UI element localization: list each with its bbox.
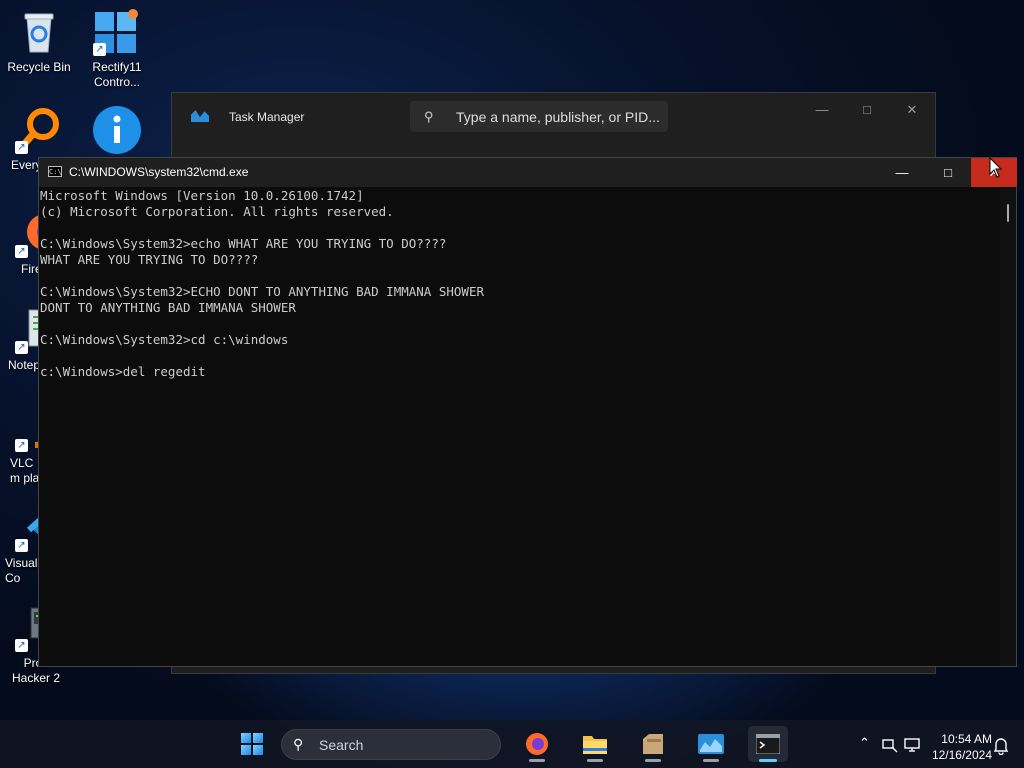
taskbar-app-archive[interactable] — [633, 726, 673, 762]
cmd-output-line — [40, 220, 1000, 236]
cmd-output-line: WHAT ARE YOU TRYING TO DO???? — [40, 252, 259, 267]
cmd-output-line: C:\Windows\System32>cd c:\windows — [40, 332, 289, 347]
desktop-icon-label: VLC m pla — [10, 456, 40, 485]
monitor-icon[interactable] — [904, 737, 922, 753]
shortcut-arrow-icon: ↗ — [93, 43, 106, 56]
rectify11-icon: ↗ — [93, 8, 141, 56]
recycle-bin-icon — [15, 8, 63, 56]
mouse-pointer-icon — [989, 157, 1003, 178]
network-icon[interactable] — [882, 737, 898, 753]
info-icon — [93, 106, 141, 154]
task-manager-icon — [191, 110, 209, 122]
desktop-icon-label: Rectify11 Contro... — [92, 60, 142, 89]
task-manager-search-input[interactable]: ⚲ Type a name, publisher, or PID... — [410, 101, 668, 132]
running-indicator — [703, 759, 719, 762]
maximize-button[interactable]: □ — [845, 99, 889, 121]
cmd-title: C:\WINDOWS\system32\cmd.exe — [69, 165, 249, 179]
taskbar-search-box[interactable]: ⚲ Search — [281, 729, 501, 760]
running-indicator — [587, 759, 603, 762]
cmd-scrollbar[interactable] — [1000, 188, 1016, 666]
clock-date: 12/16/2024 — [931, 748, 992, 762]
desktop-icon-label: Recycle Bin — [7, 60, 71, 74]
running-indicator — [529, 759, 545, 762]
cmd-output-line: (c) Microsoft Corporation. All rights re… — [40, 204, 394, 219]
windows-logo-pane — [241, 733, 251, 743]
cmd-maximize-button[interactable]: □ — [925, 158, 971, 187]
taskbar-search-label: Search — [319, 737, 364, 753]
magnifier-icon: ↗ — [15, 106, 63, 154]
desktop-icon-label: Visual Co — [5, 556, 38, 585]
cmd-app-icon: C:\ — [48, 166, 62, 177]
cmd-output-line: C:\Windows\System32>ECHO DONT TO ANYTHIN… — [40, 284, 485, 299]
cmd-window[interactable]: C:\ C:\WINDOWS\system32\cmd.exe — □ ✕ Mi… — [38, 157, 1017, 667]
taskbar-app-terminal[interactable] — [748, 726, 788, 762]
task-manager-title: Task Manager — [229, 110, 305, 124]
search-icon: ⚲ — [293, 736, 304, 752]
windows-logo-pane — [253, 745, 263, 755]
clock-time: 10:54 AM — [941, 732, 992, 746]
cmd-output-line — [40, 348, 1000, 364]
firefox-icon — [526, 733, 548, 755]
shortcut-arrow-icon: ↗ — [15, 341, 28, 354]
running-indicator — [645, 759, 661, 762]
cmd-output-line: c:\Windows>del regedit — [40, 364, 206, 379]
taskbar-app-firefox[interactable] — [517, 726, 557, 762]
running-indicator — [759, 759, 777, 762]
cmd-output[interactable]: Microsoft Windows [Version 10.0.26100.17… — [39, 188, 1000, 666]
cmd-output-line — [40, 268, 1000, 284]
cmd-title-bar[interactable]: C:\ C:\WINDOWS\system32\cmd.exe — □ ✕ — [39, 158, 1017, 187]
minimize-button[interactable]: — — [800, 99, 844, 121]
shortcut-arrow-icon: ↗ — [15, 539, 28, 552]
desktop-icon-rectify11[interactable]: ↗ Rectify11 Contro... — [81, 8, 153, 90]
cmd-scrollbar-thumb[interactable] — [1007, 204, 1009, 222]
search-icon: ⚲ — [424, 109, 434, 124]
desktop-icon-recycle-bin[interactable]: Recycle Bin — [3, 8, 75, 75]
cmd-output-line: C:\Windows\System32>echo WHAT ARE YOU TR… — [40, 236, 447, 251]
shortcut-arrow-icon: ↗ — [15, 439, 28, 452]
taskbar-clock[interactable]: 10:54 AM 12/16/2024 — [926, 731, 992, 763]
taskbar-app-task-manager[interactable] — [691, 726, 731, 762]
cmd-output-line — [40, 316, 1000, 332]
windows-logo-pane — [241, 745, 251, 755]
windows-logo-pane — [253, 733, 263, 743]
cmd-minimize-button[interactable]: — — [879, 158, 925, 187]
folder-icon — [583, 736, 607, 754]
cmd-output-line: Microsoft Windows [Version 10.0.26100.17… — [40, 188, 364, 203]
task-manager-icon — [698, 734, 724, 754]
shortcut-arrow-icon: ↗ — [15, 141, 28, 154]
cmd-output-line: DONT TO ANYTHING BAD IMMANA SHOWER — [40, 300, 296, 315]
shortcut-arrow-icon: ↗ — [15, 245, 28, 258]
taskbar: ⚲ Search ⌃ 10:54 AM 12/16/2024 — [0, 720, 1024, 768]
notification-bell-icon[interactable] — [993, 737, 1009, 755]
close-button[interactable]: ✕ — [890, 99, 934, 121]
desktop-icon-info[interactable] — [81, 106, 153, 158]
show-hidden-icons-chevron-icon[interactable]: ⌃ — [859, 735, 870, 751]
shortcut-arrow-icon: ↗ — [15, 639, 28, 652]
terminal-icon — [756, 734, 780, 754]
search-placeholder: Type a name, publisher, or PID... — [456, 109, 660, 125]
taskbar-app-file-explorer[interactable] — [575, 726, 615, 762]
start-button[interactable] — [241, 733, 263, 755]
archive-box-icon — [643, 734, 663, 754]
